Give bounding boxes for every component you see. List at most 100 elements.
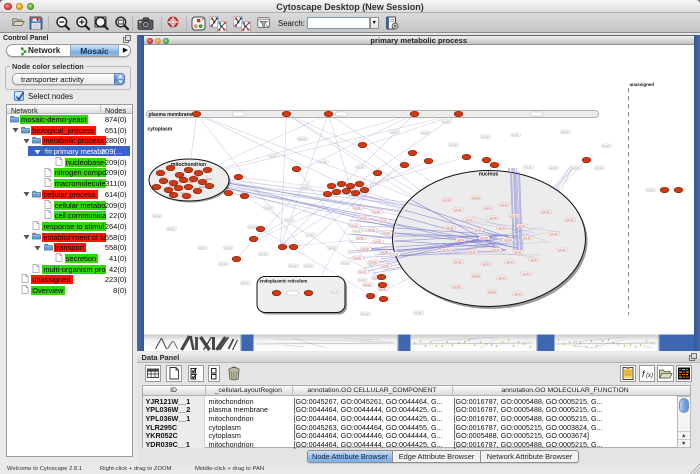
svg-text:GO:00: GO:00 — [421, 132, 429, 135]
svg-text:GO:00: GO:00 — [380, 251, 388, 254]
svg-text:GO:00: GO:00 — [367, 229, 375, 232]
svg-text:GO:00: GO:00 — [167, 228, 175, 231]
svg-text:Oxxxx: Oxxxx — [180, 193, 187, 195]
svg-text:GO:00: GO:00 — [301, 186, 309, 189]
svg-text:GO:00: GO:00 — [269, 155, 277, 158]
svg-text:GO:00: GO:00 — [359, 217, 367, 220]
svg-text:GO:00: GO:00 — [442, 248, 450, 252]
svg-text:GO:00: GO:00 — [241, 282, 249, 285]
svg-text:GO:00: GO:00 — [356, 166, 364, 169]
svg-text:GO:00: GO:00 — [602, 145, 610, 148]
svg-text:unassigned: unassigned — [629, 82, 654, 87]
svg-text:GO:00: GO:00 — [522, 272, 530, 276]
svg-text:GO:00: GO:00 — [561, 131, 569, 134]
svg-text:Oxxxx: Oxxxx — [198, 187, 205, 189]
svg-text:GO:00: GO:00 — [472, 196, 480, 200]
svg-text:GO:00: GO:00 — [492, 248, 500, 252]
svg-text:GO:00: GO:00 — [484, 206, 492, 210]
svg-text:GO:00: GO:00 — [361, 313, 369, 316]
svg-text:GO:00: GO:00 — [358, 279, 366, 282]
svg-text:GO:00: GO:00 — [358, 271, 366, 274]
svg-text:GO:00: GO:00 — [549, 167, 557, 170]
svg-text:GO:00: GO:00 — [304, 265, 312, 268]
svg-text:Oxxxx: Oxxxx — [160, 178, 167, 180]
svg-text:GO:00: GO:00 — [382, 232, 390, 235]
svg-text:GO:00: GO:00 — [498, 276, 506, 280]
svg-text:GO:00: GO:00 — [514, 292, 522, 296]
svg-text:GO:00: GO:00 — [550, 232, 558, 236]
svg-text:GO:00: GO:00 — [363, 284, 371, 287]
svg-text:GO:00: GO:00 — [518, 224, 526, 228]
svg-text:GO:00: GO:00 — [331, 291, 339, 294]
svg-text:GO:00: GO:00 — [446, 226, 454, 230]
svg-text:Oxxxx: Oxxxx — [169, 186, 176, 188]
svg-text:GO:00: GO:00 — [572, 167, 580, 170]
svg-text:GO:00: GO:00 — [264, 207, 272, 210]
svg-text:Oxxxx: Oxxxx — [192, 176, 199, 178]
svg-text:GO:00: GO:00 — [498, 226, 506, 230]
svg-text:GO:00: GO:00 — [328, 247, 336, 250]
svg-text:GO:00: GO:00 — [511, 134, 519, 137]
svg-text:GO:00: GO:00 — [443, 198, 451, 202]
svg-text:GO:00: GO:00 — [500, 203, 508, 207]
svg-text:GO:00: GO:00 — [454, 208, 462, 212]
svg-text:GO:00: GO:00 — [319, 161, 327, 164]
svg-text:(x): (x) — [646, 373, 653, 379]
svg-text:endoplasmic reticulum: endoplasmic reticulum — [259, 279, 307, 284]
svg-text:GO:00: GO:00 — [480, 236, 488, 240]
svg-text:GO:00: GO:00 — [442, 121, 450, 124]
svg-text:GO:00: GO:00 — [369, 261, 377, 264]
svg-text:GO:00: GO:00 — [414, 312, 422, 315]
svg-text:GO:00: GO:00 — [474, 228, 482, 232]
svg-text:GO:00: GO:00 — [489, 216, 497, 220]
svg-text:GO:00: GO:00 — [454, 260, 462, 264]
svg-text:GO:00: GO:00 — [372, 211, 380, 214]
svg-text:GO:00: GO:00 — [379, 220, 387, 223]
svg-text:GO:00: GO:00 — [482, 262, 490, 266]
svg-text:GO:00: GO:00 — [153, 215, 161, 218]
svg-text:GO:00: GO:00 — [353, 230, 361, 233]
svg-text:GO:00: GO:00 — [566, 218, 574, 222]
svg-text:GO:00: GO:00 — [259, 253, 267, 256]
svg-text:GO:00: GO:00 — [453, 285, 461, 289]
svg-text:GO:00: GO:00 — [457, 238, 465, 242]
svg-text:GO:00: GO:00 — [530, 258, 538, 262]
svg-text:GO:00: GO:00 — [472, 274, 480, 278]
svg-text:plasma membrane: plasma membrane — [148, 112, 192, 118]
svg-text:Oxxxx: Oxxxx — [177, 173, 184, 175]
svg-text:GO:00: GO:00 — [390, 131, 398, 134]
svg-text:GO:00: GO:00 — [198, 247, 206, 250]
svg-text:GO:00: GO:00 — [361, 248, 369, 251]
svg-text:GO:00: GO:00 — [391, 253, 399, 256]
svg-text:GO:00: GO:00 — [298, 138, 306, 141]
svg-text:GO:00: GO:00 — [248, 226, 256, 229]
svg-text:GO:00: GO:00 — [224, 247, 232, 250]
svg-text:GO:00: GO:00 — [558, 248, 566, 252]
svg-text:GO:00: GO:00 — [646, 189, 654, 192]
svg-text:GO:00: GO:00 — [542, 210, 550, 214]
svg-text:GO:00: GO:00 — [595, 167, 603, 170]
svg-text:GO:00: GO:00 — [378, 288, 386, 291]
svg-text:GO:00: GO:00 — [341, 262, 349, 265]
svg-text:GO:00: GO:00 — [514, 250, 522, 254]
svg-text:Oxxxx: Oxxxx — [205, 179, 212, 181]
svg-text:GO:00: GO:00 — [350, 225, 358, 228]
svg-text:GO:00: GO:00 — [353, 207, 361, 210]
svg-text:GO:00: GO:00 — [289, 265, 297, 268]
svg-text:GO:00: GO:00 — [488, 290, 496, 294]
svg-text:Oxxxx: Oxxxx — [187, 182, 194, 184]
svg-text:GO:00: GO:00 — [353, 257, 361, 260]
svg-text:GO:00: GO:00 — [449, 144, 457, 147]
svg-text:GO:00: GO:00 — [510, 214, 518, 218]
svg-text:GO:00: GO:00 — [219, 263, 227, 266]
svg-text:GO:00: GO:00 — [285, 219, 293, 222]
svg-text:GO:00: GO:00 — [506, 260, 514, 264]
svg-text:GO:00: GO:00 — [381, 265, 389, 268]
svg-text:nucleus: nucleus — [478, 172, 498, 178]
svg-text:GO:00: GO:00 — [465, 218, 473, 222]
svg-text:GO:00: GO:00 — [468, 250, 476, 254]
svg-text:GO:00: GO:00 — [523, 236, 531, 240]
svg-text:cytoplasm: cytoplasm — [147, 127, 172, 133]
svg-text:GO:00: GO:00 — [306, 234, 314, 237]
svg-text:GO:00: GO:00 — [524, 166, 532, 169]
